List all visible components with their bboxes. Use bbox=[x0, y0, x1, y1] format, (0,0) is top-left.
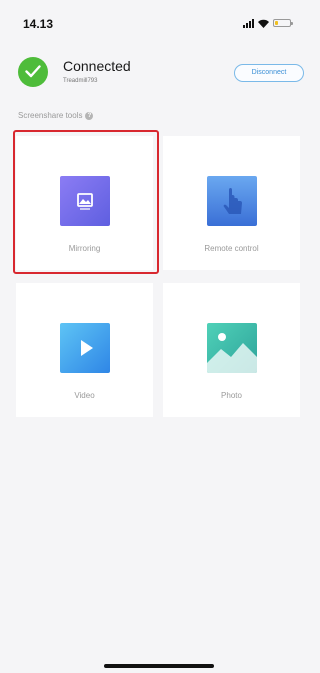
status-bar: 14.13 bbox=[0, 0, 309, 40]
tile-label-mirroring: Mirroring bbox=[68, 244, 101, 253]
tile-label-video: Video bbox=[74, 391, 95, 400]
device-name: Treadmill793 bbox=[63, 78, 98, 84]
home-indicator[interactable] bbox=[104, 664, 214, 668]
tile-remote-control[interactable]: Remote control bbox=[163, 136, 300, 270]
disconnect-button[interactable]: Disconnect bbox=[234, 64, 304, 82]
connection-header: Connected Treadmill793 Disconnect bbox=[18, 55, 304, 91]
section-title: Screenshare tools ? bbox=[18, 111, 94, 120]
wifi-icon bbox=[258, 19, 269, 28]
help-icon[interactable]: ? bbox=[85, 111, 94, 120]
tile-label-photo: Photo bbox=[221, 391, 242, 400]
photo-icon bbox=[207, 323, 257, 373]
tile-photo[interactable]: Photo bbox=[163, 283, 300, 417]
battery-icon bbox=[273, 19, 293, 27]
tile-mirroring[interactable]: Mirroring bbox=[16, 136, 153, 270]
connection-status: Connected bbox=[63, 58, 131, 74]
mirroring-icon bbox=[60, 176, 110, 226]
status-icons bbox=[243, 17, 293, 29]
touch-icon bbox=[207, 176, 257, 226]
battery-fill bbox=[275, 21, 278, 25]
connected-check-icon bbox=[18, 57, 48, 87]
signal-icon bbox=[243, 18, 254, 28]
section-title-label: Screenshare tools bbox=[18, 111, 83, 120]
tile-label-remote-control: Remote control bbox=[204, 244, 259, 253]
play-icon bbox=[60, 323, 110, 373]
tile-video[interactable]: Video bbox=[16, 283, 153, 417]
status-time: 14.13 bbox=[23, 17, 54, 31]
